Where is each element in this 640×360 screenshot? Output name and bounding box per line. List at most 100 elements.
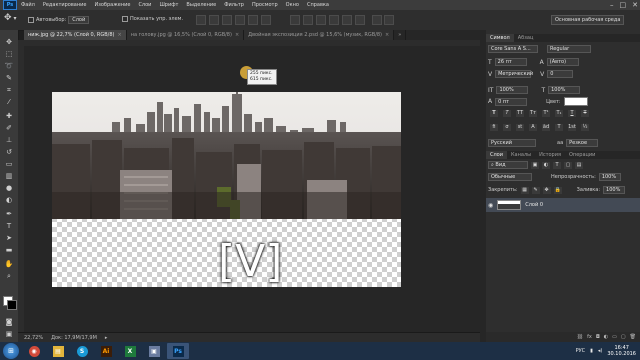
taskbar-app-chrome[interactable]: ◉ <box>23 343 45 359</box>
text-color-swatch[interactable] <box>563 97 588 106</box>
kerning-field[interactable]: Метрический <box>495 70 533 78</box>
faux-italic-button[interactable]: T <box>503 110 511 117</box>
distribute-top-button[interactable] <box>290 15 300 25</box>
align-hcenter-button[interactable] <box>248 15 258 25</box>
tab-document-1[interactable]: ниж.jpg @ 22,7% (Слой 0, RGB/8) × <box>24 30 127 40</box>
zoom-level[interactable]: 22,72% <box>24 335 43 341</box>
distribute-hcenter-button[interactable] <box>342 15 352 25</box>
tab-character[interactable]: Символ <box>486 34 514 42</box>
menu-image[interactable]: Изображение <box>94 2 130 8</box>
new-layer-icon[interactable]: ▢ <box>621 334 626 340</box>
trash-icon[interactable]: 🗑 <box>630 334 636 340</box>
lock-pixels-icon[interactable]: ▦ <box>520 186 529 194</box>
tracking-field[interactable]: 0 <box>547 70 574 78</box>
quick-mask-icon[interactable]: ◙ <box>3 318 15 327</box>
tab-actions[interactable]: Операции <box>565 151 599 159</box>
language-select[interactable]: Русский <box>488 139 536 147</box>
tab-layers[interactable]: Слои <box>486 151 507 159</box>
faux-bold-button[interactable]: T <box>490 110 498 117</box>
adjustment-layer-icon[interactable]: ◐ <box>604 334 608 340</box>
contextual-alternates-button[interactable]: σ <box>503 124 511 131</box>
maximize-icon[interactable]: □ <box>620 1 627 9</box>
volume-icon[interactable]: ◂) <box>598 348 602 354</box>
subscript-button[interactable]: T₁ <box>555 110 563 117</box>
superscript-button[interactable]: T¹ <box>542 110 550 117</box>
screen-mode-icon[interactable]: ▣ <box>3 330 15 339</box>
fractions-button[interactable]: ½ <box>581 124 589 131</box>
status-arrow-icon[interactable]: ▸ <box>105 335 108 341</box>
menu-select[interactable]: Выделение <box>186 2 216 8</box>
ordinals-button[interactable]: 1st <box>568 124 576 131</box>
close-icon[interactable]: × <box>235 30 239 40</box>
pen-tool-icon[interactable]: ✒ <box>3 210 15 219</box>
horizontal-scale-field[interactable]: 100% <box>548 86 581 94</box>
layer-kind-filter[interactable]: ⌕ Вид <box>488 161 528 169</box>
tab-channels[interactable]: Каналы <box>507 151 535 159</box>
dodge-tool-icon[interactable]: ◐ <box>3 196 15 205</box>
font-size-field[interactable]: 26 пт <box>494 58 527 66</box>
gradient-tool-icon[interactable]: ▥ <box>3 172 15 181</box>
taskbar-app-photoshop[interactable]: Ps <box>167 343 189 359</box>
discretionary-ligatures-button[interactable]: st <box>516 124 524 131</box>
strikethrough-button[interactable]: T <box>581 110 589 117</box>
blend-mode-select[interactable]: Обычные <box>488 173 532 181</box>
distribute-left-button[interactable] <box>329 15 339 25</box>
path-select-tool-icon[interactable]: ➤ <box>3 234 15 243</box>
network-icon[interactable]: ▮ <box>590 348 593 354</box>
clone-stamp-tool-icon[interactable]: ⊥ <box>3 136 15 145</box>
all-caps-button[interactable]: TT <box>516 110 524 117</box>
font-family-select[interactable]: Core Sans A S... <box>488 45 538 53</box>
ligatures-button[interactable]: fi <box>490 124 498 131</box>
tab-document-3[interactable]: Двойная экспозиция 2.psd @ 15,6% (музик,… <box>244 30 395 40</box>
taskbar-app-files[interactable]: ▣ <box>143 343 165 359</box>
visibility-eye-icon[interactable]: ◉ <box>488 202 493 209</box>
antialias-select[interactable]: Резкое <box>566 139 599 147</box>
menu-layers[interactable]: Слои <box>138 2 151 8</box>
opacity-field[interactable]: 100% <box>598 173 621 181</box>
taskbar-app-explorer[interactable]: ▤ <box>47 343 69 359</box>
lock-all-icon[interactable]: 🔒 <box>553 186 562 194</box>
move-tool-preset[interactable]: ✥ ▾ <box>4 13 17 23</box>
crop-tool-icon[interactable]: ⌗ <box>3 86 15 95</box>
3d-orbit-button[interactable] <box>372 15 382 25</box>
filter-type-icon[interactable]: T <box>553 161 561 169</box>
titling-alternates-button[interactable]: T <box>555 124 563 131</box>
small-caps-button[interactable]: Tт <box>529 110 537 117</box>
menu-view[interactable]: Просмотр <box>252 2 278 8</box>
history-brush-tool-icon[interactable]: ↺ <box>3 148 15 157</box>
fill-field[interactable]: 100% <box>603 186 626 194</box>
distribute-bottom-button[interactable] <box>316 15 326 25</box>
3d-roll-button[interactable] <box>384 15 394 25</box>
tab-paragraph[interactable]: Абзац <box>514 34 538 42</box>
align-left-button[interactable] <box>235 15 245 25</box>
show-controls-checkbox[interactable] <box>122 16 128 22</box>
lock-paint-icon[interactable]: ✎ <box>531 186 540 194</box>
font-style-select[interactable]: Regular <box>547 45 591 53</box>
move-tool-icon[interactable]: ✥ <box>3 38 15 47</box>
distribute-right-button[interactable] <box>355 15 365 25</box>
menu-file[interactable]: Файл <box>21 2 35 8</box>
taskbar-app-excel[interactable]: X <box>119 343 141 359</box>
marquee-tool-icon[interactable]: ⬚ <box>3 50 15 59</box>
autoselect-checkbox[interactable] <box>28 17 34 23</box>
add-mask-icon[interactable]: ◘ <box>596 334 600 340</box>
baseline-field[interactable]: 0 пт <box>495 97 528 106</box>
layer-name[interactable]: Слой 0 <box>525 202 543 208</box>
type-tool-icon[interactable]: T <box>3 222 15 231</box>
align-right-button[interactable] <box>261 15 271 25</box>
layer-thumbnail[interactable] <box>497 200 522 210</box>
tab-document-2[interactable]: на голову.jpg @ 16,5% (Слой 0, RGB/8) × <box>126 30 245 40</box>
minimize-icon[interactable]: – <box>610 1 614 9</box>
language-indicator[interactable]: РУС <box>576 348 586 354</box>
hand-tool-icon[interactable]: ✋ <box>3 260 15 269</box>
brush-tool-icon[interactable]: ✐ <box>3 124 15 133</box>
close-icon[interactable]: ✕ <box>632 1 638 9</box>
quick-select-tool-icon[interactable]: ✎ <box>3 74 15 83</box>
filter-smart-icon[interactable]: ▤ <box>575 161 583 169</box>
align-vcenter-button[interactable] <box>209 15 219 25</box>
align-top-button[interactable] <box>196 15 206 25</box>
link-layers-icon[interactable]: ⛓ <box>577 334 583 340</box>
close-icon[interactable]: × <box>385 30 389 40</box>
eraser-tool-icon[interactable]: ▭ <box>3 160 15 169</box>
filter-shape-icon[interactable]: ▢ <box>564 161 572 169</box>
